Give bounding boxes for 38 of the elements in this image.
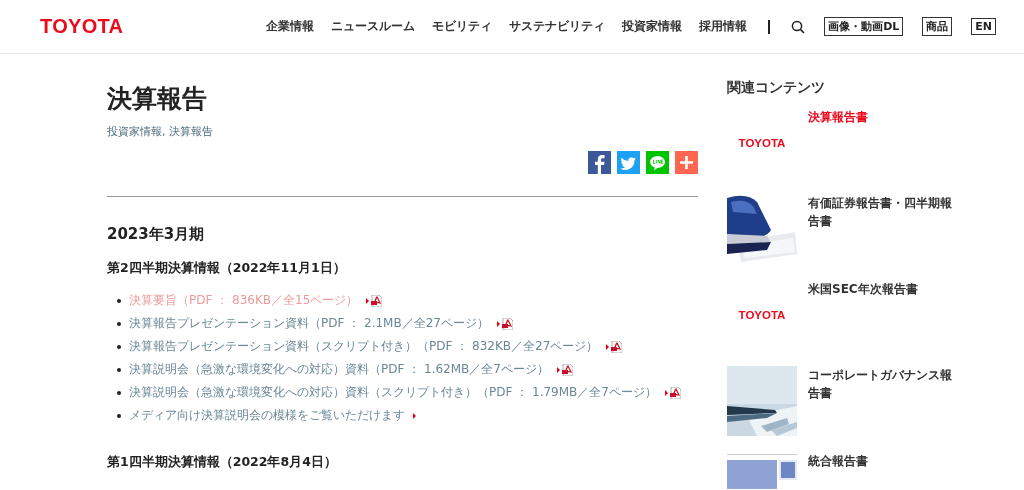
document-link[interactable]: 決算報告プレゼンテーション資料（スクリプト付き）（PDF ： 832KB／全27ページ） xyxy=(129,338,599,355)
nav-link[interactable]: 採用情報 xyxy=(699,18,748,35)
toyota-logo: TOYOTA xyxy=(738,309,786,321)
document-link[interactable]: 決算説明会（急激な環境変化への対応）資料（スクリプト付き）（PDF ： 1.79MB／全7ページ） xyxy=(129,384,657,401)
arrow-icon xyxy=(664,389,668,396)
document-link[interactable]: 決算説明会（急激な環境変化への対応）資料（PDF ： 1.62MB／全7ページ） xyxy=(129,361,549,378)
section-heading: 第2四半期決算情報（2022年11月1日） xyxy=(107,259,347,277)
twitter-icon[interactable] xyxy=(617,151,640,174)
arrow-icon xyxy=(556,366,560,373)
related-link[interactable]: 米国SEC年次報告書 xyxy=(808,280,953,298)
related-link[interactable]: 決算報告書 xyxy=(808,108,953,126)
nav-link[interactable]: モビリティ xyxy=(432,18,493,35)
arrow-icon xyxy=(413,412,416,419)
toyota-logo[interactable]: TOYOTA xyxy=(40,15,124,38)
document-link[interactable]: 決算報告プレゼンテーション資料（PDF ： 2.1MB／全27ページ） xyxy=(129,315,489,332)
related-link[interactable]: 統合報告書 xyxy=(808,452,953,470)
related-link[interactable]: 有価証券報告書・四半期報告書 xyxy=(808,194,953,230)
arrow-icon xyxy=(496,320,500,327)
nav-link[interactable]: 投資家情報 xyxy=(622,18,683,35)
share-plus-icon[interactable] xyxy=(675,151,698,174)
breadcrumb-link[interactable]: 投資家情報, 決算報告 xyxy=(107,124,698,139)
arrow-icon xyxy=(606,343,610,350)
search-icon[interactable] xyxy=(791,19,806,34)
header-button[interactable]: EN xyxy=(971,18,996,35)
page-title: 決算報告 xyxy=(107,83,208,115)
nav-link[interactable]: ニュースルーム xyxy=(331,18,416,35)
nav-link[interactable]: 企業情報 xyxy=(266,18,315,35)
sidebar-heading: 関連コンテンツ xyxy=(727,78,826,96)
toyota-logo: TOYOTA xyxy=(738,137,786,149)
header-button[interactable]: 商品 xyxy=(922,17,953,36)
header-button[interactable]: 画像・動画DL xyxy=(824,17,904,36)
document-link[interactable]: メディア向け決算説明会の模様をご覧いただけます xyxy=(129,407,405,424)
period-heading: 2023年3月期 xyxy=(107,224,206,245)
arrow-icon xyxy=(366,297,370,304)
facebook-icon[interactable] xyxy=(588,151,611,174)
related-link[interactable]: コーポレートガバナンス報告書 xyxy=(808,366,953,402)
section-heading: 第1四半期決算情報（2022年8月4日） xyxy=(107,453,338,471)
nav-link[interactable]: サステナビリティ xyxy=(509,18,606,35)
